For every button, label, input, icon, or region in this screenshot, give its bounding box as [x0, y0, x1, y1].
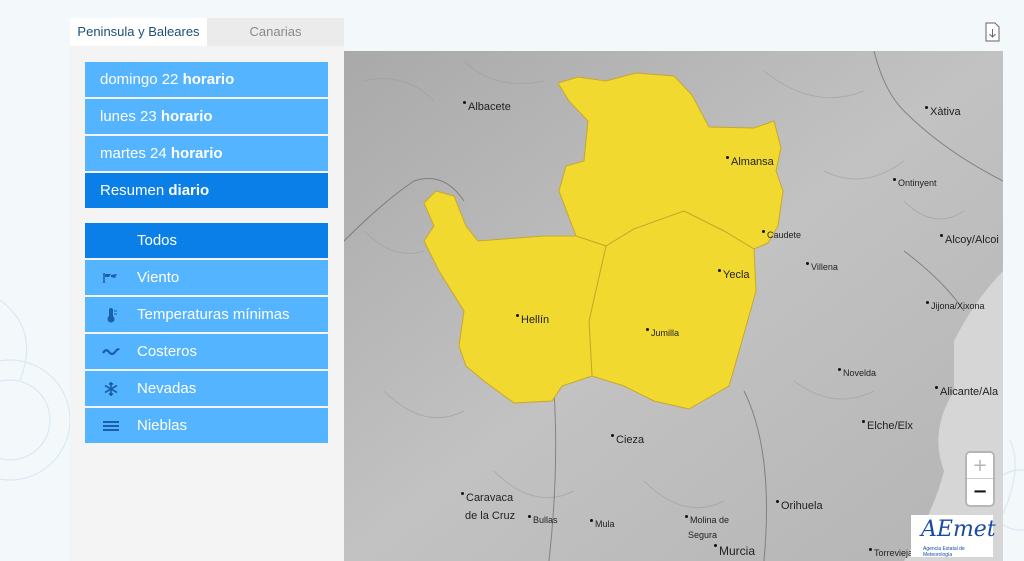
city-label: Jumilla	[646, 328, 679, 338]
phenomenon-todos[interactable]: Todos	[85, 223, 328, 258]
phenomenon-label: Todos	[137, 232, 178, 249]
city-dot	[762, 230, 765, 233]
day-menu: domingo 22 horario lunes 23 horario mart…	[85, 62, 328, 210]
download-icon[interactable]	[985, 22, 1000, 42]
city-label: Yecla	[718, 269, 750, 281]
city-label: Mula	[590, 519, 615, 529]
city-dot	[776, 500, 779, 503]
phenomenon-viento[interactable]: Viento	[85, 260, 328, 295]
city-label: Jijona/Xixona	[926, 301, 985, 311]
day-label: Resumen	[100, 182, 165, 199]
day-label: martes 24	[100, 145, 167, 162]
day-kind: horario	[170, 145, 223, 162]
day-item-martes[interactable]: martes 24 horario	[85, 136, 328, 171]
phenomenon-nieblas[interactable]: Nieblas	[85, 408, 328, 443]
side-panel: Peninsula y Baleares Canarias domingo 22…	[70, 18, 344, 561]
day-kind: horario	[160, 108, 213, 125]
phenomenon-temperaturas[interactable]: Temperaturas mínimas	[85, 297, 328, 332]
map-canvas	[344, 51, 1003, 561]
city-dot	[516, 314, 519, 317]
fog-icon	[85, 420, 137, 432]
day-kind: diario	[168, 182, 210, 199]
city-dot	[926, 301, 929, 304]
city-label: Caudete	[762, 230, 801, 240]
city-label: Molina de	[685, 515, 729, 525]
city-dot	[461, 492, 464, 495]
city-label: Segura	[688, 530, 718, 540]
city-label: Villena	[806, 262, 838, 272]
city-label: Caravaca	[461, 492, 513, 504]
city-dot	[528, 515, 531, 518]
phenomenon-nevadas[interactable]: Nevadas	[85, 371, 328, 406]
city-label: Xàtiva	[925, 106, 961, 118]
zoom-control: + −	[967, 453, 993, 505]
day-item-domingo[interactable]: domingo 22 horario	[85, 62, 328, 97]
phenomenon-label: Nevadas	[137, 380, 197, 397]
day-label: lunes 23	[100, 108, 157, 125]
city-dot	[862, 420, 865, 423]
city-label: Almansa	[726, 156, 774, 168]
city-label: Alcoy/Alcoi	[940, 234, 999, 246]
city-label: Novelda	[838, 368, 876, 378]
day-item-lunes[interactable]: lunes 23 horario	[85, 99, 328, 134]
phenomenon-label: Temperaturas mínimas	[137, 306, 290, 323]
city-dot	[893, 178, 896, 181]
snowflake-icon	[85, 381, 137, 397]
warning-map[interactable]: Albacete Xàtiva Almansa Ontinyent Caudet…	[344, 51, 1003, 561]
city-dot	[838, 368, 841, 371]
logo-text: AEmet	[921, 517, 996, 542]
city-dot	[925, 106, 928, 109]
city-label: Bullas	[528, 515, 558, 525]
logo-subtitle: Agencia Estatal de Meteorología	[923, 546, 965, 558]
phenomenon-label: Viento	[137, 269, 180, 286]
phenomenon-costeros[interactable]: Costeros	[85, 334, 328, 369]
city-dot	[940, 234, 943, 237]
aemet-logo: AEmet Agencia Estatal de Meteorología	[911, 515, 996, 558]
waves-icon	[85, 347, 137, 357]
region-tabs: Peninsula y Baleares Canarias	[70, 18, 344, 46]
thermometer-icon	[85, 307, 137, 323]
city-dot	[714, 544, 717, 547]
phenomena-menu: Todos Viento Temperaturas mínimas Coster…	[85, 223, 328, 445]
city-dot	[590, 519, 593, 522]
city-dot	[869, 548, 872, 551]
tab-canarias[interactable]: Canarias	[207, 18, 344, 46]
city-label: Ontinyent	[893, 178, 937, 188]
city-label: de la Cruz	[465, 510, 516, 522]
tab-peninsula[interactable]: Peninsula y Baleares	[70, 18, 207, 46]
phenomenon-label: Nieblas	[137, 417, 188, 434]
zoom-in-button[interactable]: +	[967, 453, 993, 479]
city-dot	[718, 269, 721, 272]
city-dot	[611, 434, 614, 437]
city-label: Orihuela	[776, 500, 823, 512]
phenomenon-label: Costeros	[137, 343, 198, 360]
city-dot	[935, 386, 938, 389]
city-dot	[646, 328, 649, 331]
city-label: Cieza	[611, 434, 644, 446]
city-label: Hellín	[516, 314, 549, 326]
day-item-resumen[interactable]: Resumen diario	[85, 173, 328, 208]
city-label: Murcia	[714, 544, 755, 558]
zoom-out-button[interactable]: −	[967, 479, 993, 505]
day-kind: horario	[182, 71, 235, 88]
city-label: Elche/Elx	[862, 420, 913, 432]
day-label: domingo 22	[100, 71, 179, 88]
city-dot	[463, 101, 466, 104]
wind-icon	[85, 272, 137, 284]
city-label: Alicante/Ala	[935, 386, 998, 398]
city-dot	[726, 156, 729, 159]
city-label: Albacete	[463, 101, 511, 113]
city-dot	[685, 515, 688, 518]
city-dot	[806, 262, 809, 265]
city-label: Torrevieja	[869, 548, 913, 558]
